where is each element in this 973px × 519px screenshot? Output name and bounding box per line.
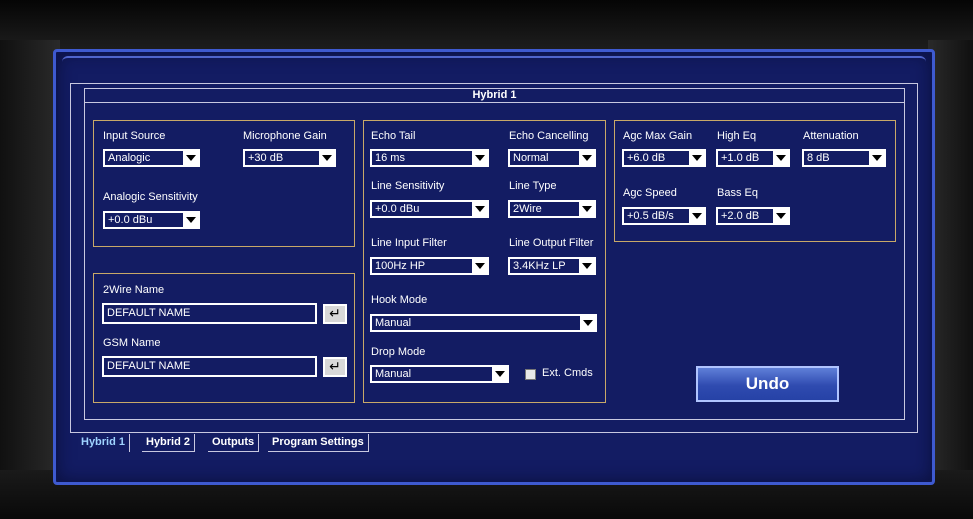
chevron-down-icon [183, 213, 198, 227]
line-output-filter-value: 3.4KHz LP [513, 260, 566, 272]
attenuation-value: 8 dB [807, 152, 830, 164]
gsm-name-enter-button[interactable]: ↵ [323, 357, 347, 377]
input-source-label: Input Source [103, 130, 166, 142]
twowire-name-label: 2Wire Name [103, 284, 165, 296]
analogic-sensitivity-value: +0.0 dBu [108, 214, 153, 226]
analogic-sensitivity-select[interactable]: +0.0 dBu [103, 211, 200, 229]
agc-speed-value: +0.5 dB/s [627, 210, 674, 222]
line-sensitivity-label: Line Sensitivity [371, 180, 445, 192]
echo-tail-select[interactable]: 16 ms [370, 149, 489, 167]
high-eq-select[interactable]: +1.0 dB [716, 149, 790, 167]
microphone-gain-value: +30 dB [248, 152, 284, 164]
echo-tail-label: Echo Tail [371, 130, 416, 142]
hook-mode-value: Manual [375, 317, 412, 329]
enter-icon: ↵ [329, 305, 341, 321]
enter-icon: ↵ [329, 358, 341, 374]
twowire-name-input[interactable]: DEFAULT NAME [102, 303, 317, 324]
chevron-down-icon [773, 151, 788, 165]
line-sensitivity-select[interactable]: +0.0 dBu [370, 200, 489, 218]
bass-eq-select[interactable]: +2.0 dB [716, 207, 790, 225]
chevron-down-icon [472, 202, 487, 216]
chevron-down-icon [319, 151, 334, 165]
gsm-name-label: GSM Name [103, 337, 161, 349]
attenuation-label: Attenuation [803, 130, 859, 142]
tab-outputs[interactable]: Outputs [208, 434, 260, 452]
agc-max-gain-select[interactable]: +6.0 dB [622, 149, 706, 167]
line-input-filter-select[interactable]: 100Hz HP [370, 257, 489, 275]
attenuation-select[interactable]: 8 dB [802, 149, 886, 167]
bass-eq-label: Bass Eq [717, 187, 758, 199]
chevron-down-icon [492, 367, 507, 381]
echo-tail-value: 16 ms [375, 152, 405, 164]
agc-speed-select[interactable]: +0.5 dB/s [622, 207, 706, 225]
chevron-down-icon [472, 259, 487, 273]
tab-hybrid-2[interactable]: Hybrid 2 [142, 434, 196, 452]
chevron-down-icon [579, 259, 594, 273]
drop-mode-value: Manual [375, 368, 412, 380]
echo-cancelling-label: Echo Cancelling [509, 130, 589, 142]
line-input-filter-value: 100Hz HP [375, 260, 426, 272]
chevron-down-icon [773, 209, 788, 223]
chevron-down-icon [689, 209, 704, 223]
input-source-select[interactable]: Analogic [103, 149, 200, 167]
echo-cancelling-value: Normal [513, 152, 549, 164]
undo-button[interactable]: Undo [696, 366, 839, 402]
background-left [0, 40, 60, 480]
line-sensitivity-value: +0.0 dBu [375, 203, 420, 215]
ext-cmds-checkbox[interactable] [525, 369, 536, 380]
echo-cancelling-select[interactable]: Normal [508, 149, 596, 167]
high-eq-label: High Eq [717, 130, 757, 142]
agc-max-gain-value: +6.0 dB [627, 152, 666, 164]
line-output-filter-label: Line Output Filter [509, 237, 594, 249]
twowire-name-enter-button[interactable]: ↵ [323, 304, 347, 324]
line-type-value: 2Wire [513, 203, 542, 215]
drop-mode-label: Drop Mode [371, 346, 426, 358]
chevron-down-icon [579, 202, 594, 216]
chevron-down-icon [580, 316, 595, 330]
line-input-filter-label: Line Input Filter [371, 237, 447, 249]
line-type-label: Line Type [509, 180, 557, 192]
agc-max-gain-label: Agc Max Gain [623, 130, 693, 142]
line-type-select[interactable]: 2Wire [508, 200, 596, 218]
line-output-filter-select[interactable]: 3.4KHz LP [508, 257, 596, 275]
bass-eq-value: +2.0 dB [721, 210, 760, 222]
analogic-sensitivity-label: Analogic Sensitivity [103, 191, 198, 203]
chevron-down-icon [579, 151, 594, 165]
hook-mode-label: Hook Mode [371, 294, 428, 306]
tab-program-settings[interactable]: Program Settings [268, 434, 369, 452]
panel-title: Hybrid 1 [84, 88, 905, 103]
chevron-down-icon [869, 151, 884, 165]
drop-mode-select[interactable]: Manual [370, 365, 509, 383]
ext-cmds-label: Ext. Cmds [542, 367, 593, 379]
agc-speed-label: Agc Speed [623, 187, 677, 199]
high-eq-value: +1.0 dB [721, 152, 760, 164]
tab-hybrid-1[interactable]: Hybrid 1 [77, 434, 131, 452]
gsm-name-input[interactable]: DEFAULT NAME [102, 356, 317, 377]
chevron-down-icon [689, 151, 704, 165]
hook-mode-select[interactable]: Manual [370, 314, 597, 332]
microphone-gain-select[interactable]: +30 dB [243, 149, 336, 167]
input-source-value: Analogic [108, 152, 151, 164]
microphone-gain-label: Microphone Gain [243, 130, 327, 142]
chevron-down-icon [183, 151, 198, 165]
chevron-down-icon [472, 151, 487, 165]
